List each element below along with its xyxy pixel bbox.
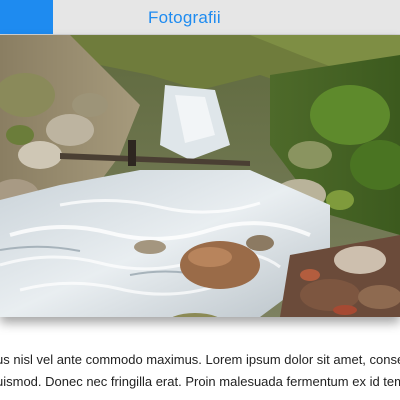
header-bar: Fotografii xyxy=(0,0,400,35)
body-line: us nisl vel ante commodo maximus. Lorem … xyxy=(0,352,400,367)
page: Fotografii s nisl vel ante commodo maxim… xyxy=(0,0,400,400)
page-title[interactable]: Fotografii xyxy=(148,8,221,28)
photo-image xyxy=(0,35,400,317)
body-paragraph: us nisl vel ante commodo maximus. Lorem … xyxy=(0,349,400,393)
header-accent-block xyxy=(0,0,53,34)
featured-photo[interactable] xyxy=(0,35,400,317)
body-line: uismod. Donec nec fringilla erat. Proin … xyxy=(0,374,400,389)
